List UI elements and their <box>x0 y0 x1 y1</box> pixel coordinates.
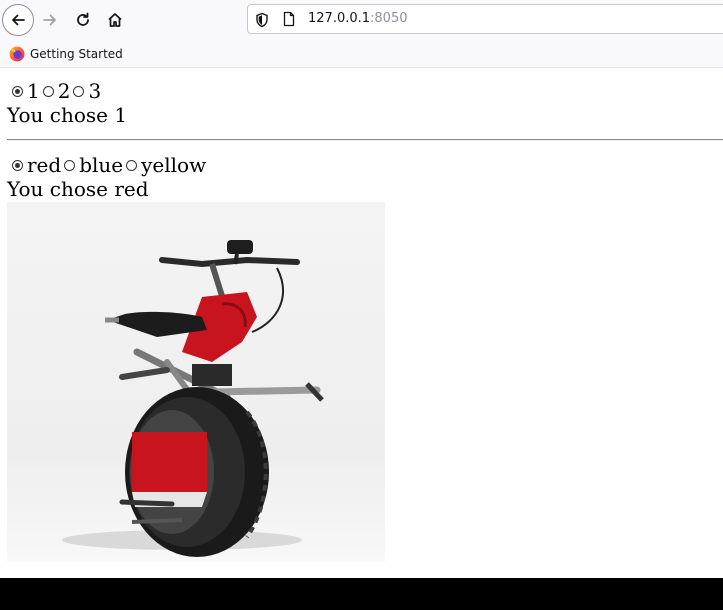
monowheel-image <box>7 202 385 562</box>
radio-option-1[interactable]: 1 <box>12 79 40 103</box>
radio-label: red <box>27 153 62 177</box>
radio-option-blue[interactable]: blue <box>64 153 123 177</box>
page-icon <box>283 11 295 27</box>
home-button[interactable] <box>99 4 131 36</box>
shield-icon <box>256 12 268 28</box>
radio-label: 1 <box>27 79 40 103</box>
bottom-black-bar <box>0 578 723 610</box>
home-icon <box>108 13 122 27</box>
radio-label: yellow <box>141 153 207 177</box>
radio-label: blue <box>79 153 124 177</box>
browser-toolbar: 127.0.0.1:8050 <box>0 0 723 40</box>
radio-label: 2 <box>57 79 71 103</box>
url-bar[interactable]: 127.0.0.1:8050 <box>247 4 723 34</box>
radio-button-checked[interactable] <box>12 159 23 171</box>
radio-group-color: red blue yellow <box>12 153 209 177</box>
bookmark-getting-started[interactable]: Getting Started <box>9 46 123 62</box>
horizontal-divider <box>7 139 723 141</box>
radio-option-3[interactable]: 3 <box>73 79 101 103</box>
bookmarks-bar: Getting Started <box>0 40 723 68</box>
radio-option-red[interactable]: red <box>12 153 61 177</box>
monowheel-illustration <box>62 240 324 557</box>
arrow-right-icon <box>43 14 56 26</box>
radio-button-checked[interactable] <box>12 85 23 97</box>
arrow-left-icon <box>12 14 25 26</box>
forward-button[interactable] <box>34 4 66 36</box>
radio-option-yellow[interactable]: yellow <box>126 153 206 177</box>
firefox-logo-icon <box>9 46 25 62</box>
radio-option-2[interactable]: 2 <box>42 79 71 103</box>
radio-button[interactable] <box>64 159 76 171</box>
radio-group-number: 1 2 3 <box>12 79 104 103</box>
reload-icon <box>77 12 89 26</box>
page-content: 1 2 3 You chose 1 red blue yellow You ch… <box>0 68 723 578</box>
radio-button[interactable] <box>42 85 54 97</box>
back-button[interactable] <box>2 4 34 36</box>
radio-label: 3 <box>88 79 102 103</box>
reload-button[interactable] <box>67 4 99 36</box>
radio-button[interactable] <box>126 159 138 171</box>
bookmark-label: Getting Started <box>30 47 123 61</box>
number-output-text: You chose 1 <box>7 103 128 127</box>
url-text: 127.0.0.1:8050 <box>308 11 408 26</box>
color-output-text: You chose red <box>7 177 149 201</box>
radio-button[interactable] <box>73 85 85 97</box>
